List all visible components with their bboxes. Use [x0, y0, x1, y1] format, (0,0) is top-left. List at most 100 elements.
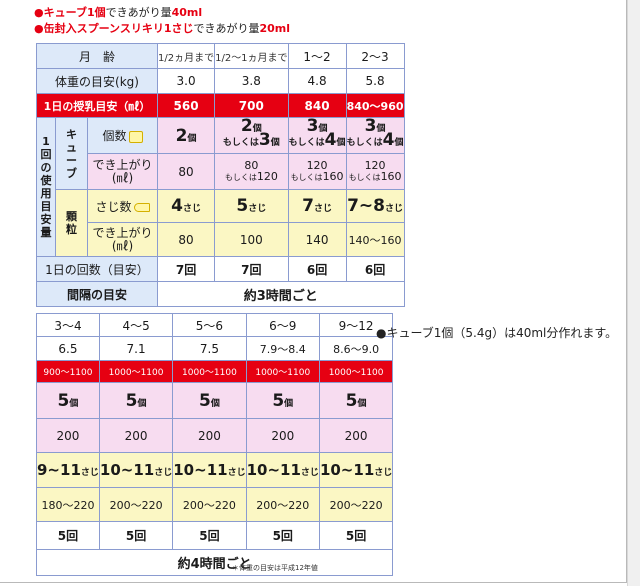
cube-finish-cell: 200 [245, 418, 320, 453]
cube-finish-row: でき上がり(㎖) 80 80 もしくは120 120 もしくは160 120 もしくは… [37, 153, 405, 190]
cube-finish-cell: 200 [172, 418, 247, 453]
feeding-table-2: 3～4 4～5 5～6 6～9 9～12 6.5 7.1 7.5 7.9～8.4… [35, 313, 394, 576]
cube-count-cell: 3個 もしくは4個 [287, 117, 347, 154]
age-cell: 3～4 [36, 313, 100, 337]
granule-finish-cell: 200～220 [245, 487, 320, 522]
spoon-cell: 10~11さじ [172, 452, 247, 488]
age-row-2: 3～4 4～5 5～6 6～9 9～12 [36, 313, 394, 337]
granule-finish-cell: 180～220 [36, 487, 100, 522]
cube-note: ●キューブ1個できあがり量40ml [34, 6, 203, 19]
interval-row-2: 約4時間ごと [35, 549, 394, 576]
usage-side-label: 1回の使用目安量 [36, 117, 56, 257]
times-row-2: 5回 5回 5回 5回 5回 [36, 521, 394, 550]
weight-row-2: 6.5 7.1 7.5 7.9～8.4 8.6～9.0 [36, 336, 394, 361]
cube-count-cell: 5個 [98, 382, 174, 419]
age-cell: 2～3 [345, 43, 405, 69]
age-label: 月 齢 [36, 43, 158, 69]
cube-count-row: 1回の使用目安量 キューブ 個数 2個 2個 もしくは3個 3個 もしくは4個 3個… [36, 117, 405, 257]
times-cell: 5回 [318, 521, 394, 550]
cube-count-row-2: 5個 5個 5個 5個 5個 [36, 382, 394, 419]
granule-finish-label: でき上がり(㎖) [87, 222, 158, 257]
daily-cell: 840～960 [345, 93, 405, 118]
interval-label: 間隔の目安 [36, 281, 158, 307]
granule-finish-row-2: 180～220 200～220 200～220 200～220 200～220 [36, 487, 394, 522]
spoon-cell: 7さじ [287, 189, 347, 223]
spoon-cell: 10~11さじ [98, 452, 174, 488]
times-label: 1日の回数（目安） [36, 256, 158, 282]
age-row: 月 齢 1/2ヵ月まで 1/2～1ヵ月まで 1～2 2～3 [36, 43, 405, 69]
granule-finish-cell: 80 [156, 222, 216, 257]
cube-count-cell: 5個 [245, 382, 320, 419]
granule-finish-cell: 200～220 [172, 487, 247, 522]
weight-label: 体重の目安(kg) [36, 68, 158, 94]
times-cell: 5回 [98, 521, 174, 550]
daily-cell: 1000～1100 [98, 360, 174, 383]
spoon-label: さじ数 [87, 189, 158, 223]
granule-finish-cell: 140～160 [345, 222, 405, 257]
daily-row-2: 900～1100 1000～1100 1000～1100 1000～1100 1… [36, 360, 394, 383]
granule-label: 顆粒 [55, 189, 88, 257]
granule-finish-cell: 200～220 [98, 487, 174, 522]
spoon-row-2: 9~11さじ 10~11さじ 10~11さじ 10~11さじ 10~11さじ [36, 452, 394, 488]
cube-count-cell: 2個 もしくは3個 [214, 117, 289, 154]
interval-row: 間隔の目安 約3時間ごと [36, 281, 405, 307]
daily-cell: 1000～1100 [318, 360, 394, 383]
age-cell: 4～5 [98, 313, 174, 337]
weight-cell: 3.8 [214, 68, 289, 94]
daily-cell: 700 [214, 93, 289, 118]
cube-count-cell: 5個 [318, 382, 394, 419]
cube-finish-cell: 80 もしくは120 [214, 153, 289, 190]
granule-finish-row: でき上がり(㎖) 80 100 140 140～160 [37, 222, 405, 257]
cube-count-cell: 5個 [36, 382, 100, 419]
times-row: 1日の回数（目安） 7回 7回 6回 6回 [36, 256, 405, 282]
granule-finish-cell: 200～220 [318, 487, 394, 522]
times-cell: 5回 [36, 521, 100, 550]
spoon-row: 顆粒 さじ数 4さじ 5さじ 7さじ 7~8さじ [37, 189, 405, 257]
spoon-cell: 5さじ [214, 189, 289, 223]
spoon-cell: 4さじ [156, 189, 216, 223]
weight-cell: 4.8 [287, 68, 347, 94]
times-cell: 5回 [172, 521, 247, 550]
cube-finish-label: でき上がり(㎖) [87, 153, 158, 190]
cube-count-cell: 2個 [156, 117, 216, 154]
cube-finish-cell: 200 [318, 418, 394, 453]
spoon-cell: 10~11さじ [318, 452, 394, 488]
cube-yield-note: ●キューブ1個（5.4g）は40ml分作れます。 [376, 326, 618, 340]
cube-finish-cell: 200 [98, 418, 174, 453]
weight-cell: 7.5 [172, 336, 247, 361]
spoon-cell: 10~11さじ [245, 452, 320, 488]
spoon-cell: 7~8さじ [345, 189, 405, 223]
spoon-icon [133, 202, 150, 212]
weight-cell: 7.1 [98, 336, 174, 361]
cube-finish-cell: 120 もしくは160 [287, 153, 347, 190]
daily-cell: 560 [156, 93, 216, 118]
cube-icon [128, 130, 143, 143]
times-cell: 7回 [156, 256, 216, 282]
daily-row: 1日の授乳目安（㎖） 560 700 840 840～960 [36, 93, 405, 118]
age-cell: 1/2～1ヵ月まで [214, 43, 289, 69]
scrollbar[interactable] [627, 0, 640, 586]
daily-cell: 840 [287, 93, 347, 118]
weight-cell: 6.5 [36, 336, 100, 361]
daily-label: 1日の授乳目安（㎖） [36, 93, 158, 118]
age-cell: 6～9 [245, 313, 320, 337]
daily-cell: 900～1100 [36, 360, 100, 383]
cube-finish-cell: 200 [36, 418, 100, 453]
times-cell: 5回 [245, 521, 320, 550]
spoon-cell: 9~11さじ [36, 452, 100, 488]
granule-finish-cell: 140 [287, 222, 347, 257]
feeding-table-1: 月 齢 1/2ヵ月まで 1/2～1ヵ月まで 1～2 2～3 体重の目安(kg) … [36, 43, 405, 307]
times-cell: 7回 [214, 256, 289, 282]
weight-cell: 5.8 [345, 68, 405, 94]
cube-count-cell: 3個 もしくは4個 [345, 117, 405, 154]
interval-cell: 約3時間ごと [157, 281, 405, 307]
age-cell: 5～6 [172, 313, 247, 337]
can-note: ●缶封入スプーンスリキリ1さじできあがり量20ml [34, 22, 291, 35]
cube-label: キューブ [55, 117, 88, 190]
cube-finish-cell: 120 もしくは160 [345, 153, 405, 190]
times-cell: 6回 [287, 256, 347, 282]
granule-finish-cell: 100 [214, 222, 289, 257]
cube-count-cell: 5個 [172, 382, 247, 419]
age-cell: 1～2 [287, 43, 347, 69]
daily-cell: 1000～1100 [245, 360, 320, 383]
